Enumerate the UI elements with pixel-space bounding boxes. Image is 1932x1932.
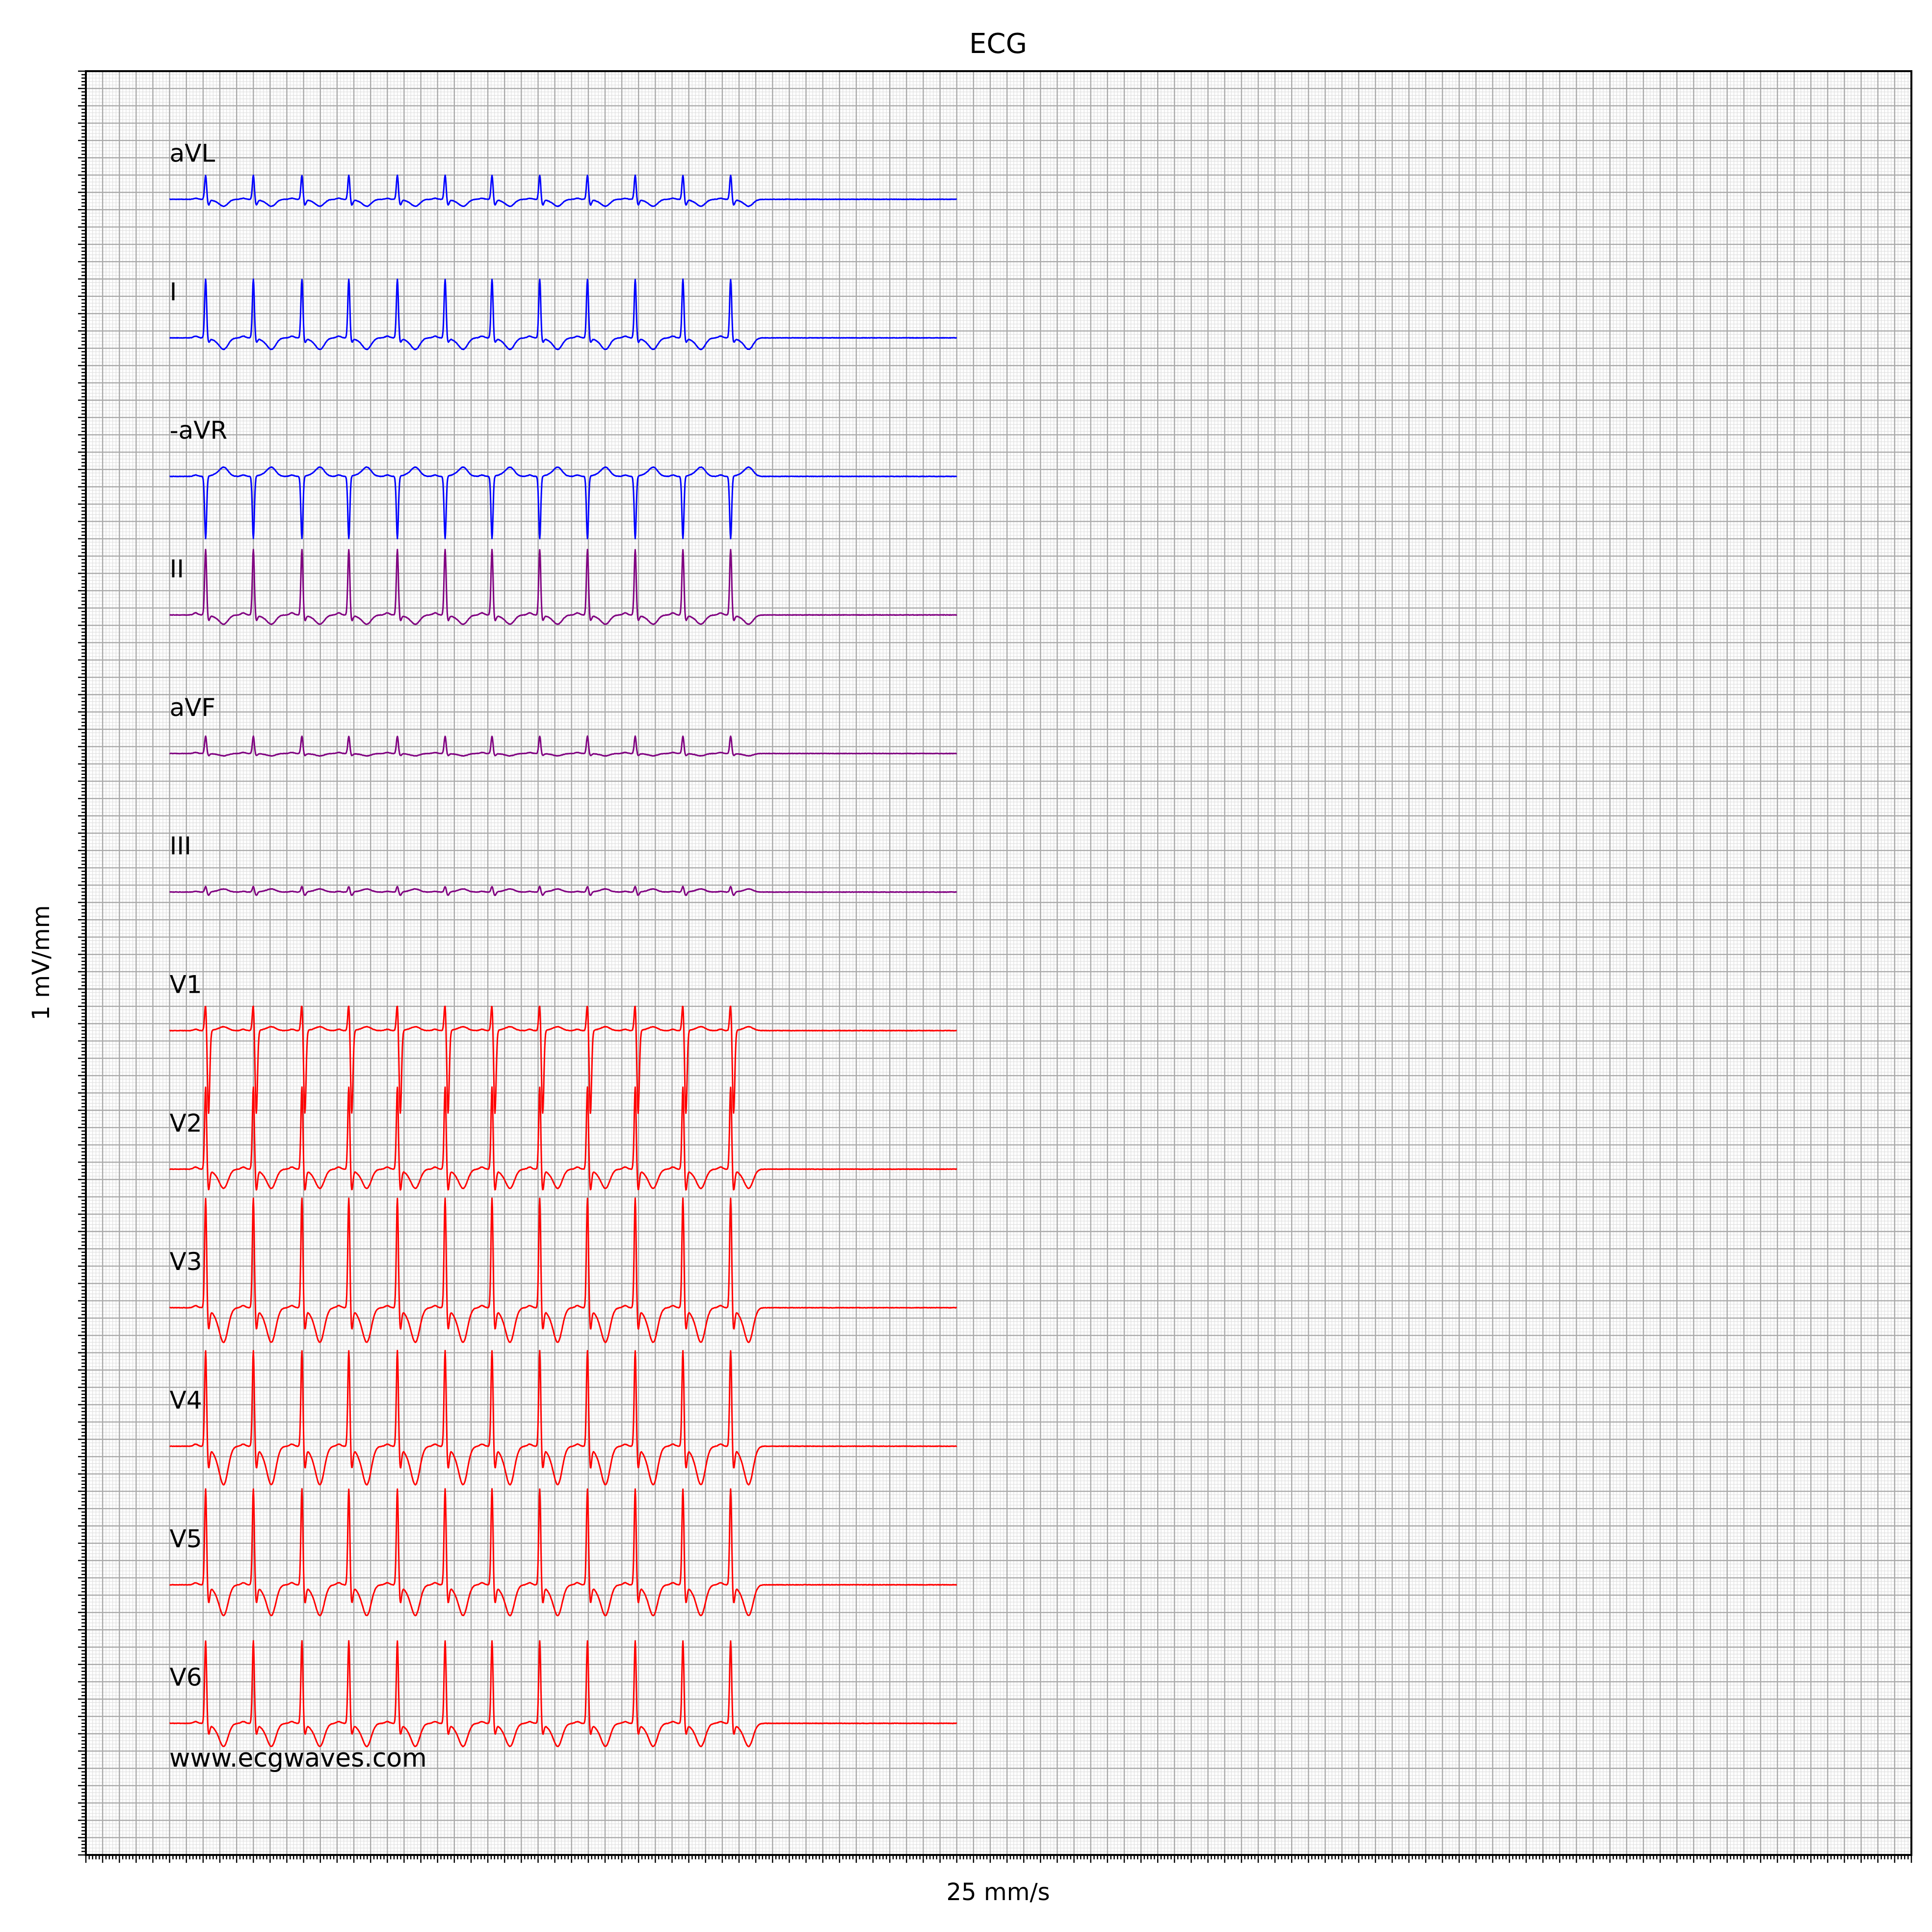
lead-label-v5: V5 — [170, 1525, 202, 1553]
lead-label-v4: V4 — [170, 1386, 202, 1415]
chart-background — [0, 0, 1932, 1932]
lead-label-avl: aVL — [170, 139, 215, 168]
watermark: www.ecgwaves.com — [169, 1744, 427, 1773]
ecg-chart: aVL I -aVR II aVF III V1 V2 V3 V4 V5 V6 ECG 25 mm/s… — [0, 0, 1932, 1932]
lead-label-i: I — [170, 278, 177, 306]
lead-label-v6: V6 — [170, 1663, 202, 1692]
lead-label-v3: V3 — [170, 1247, 202, 1276]
chart-title: ECG — [969, 28, 1027, 60]
lead-label-iii: III — [170, 832, 191, 860]
lead-label-avr: -aVR — [170, 416, 228, 445]
y-axis-label: 1 mV/mm — [27, 905, 55, 1020]
x-axis-label: 25 mm/s — [946, 1879, 1050, 1906]
lead-label-v1: V1 — [170, 971, 202, 999]
lead-label-ii: II — [170, 555, 185, 583]
lead-label-v2: V2 — [170, 1109, 202, 1138]
lead-label-avf: aVF — [170, 693, 216, 722]
